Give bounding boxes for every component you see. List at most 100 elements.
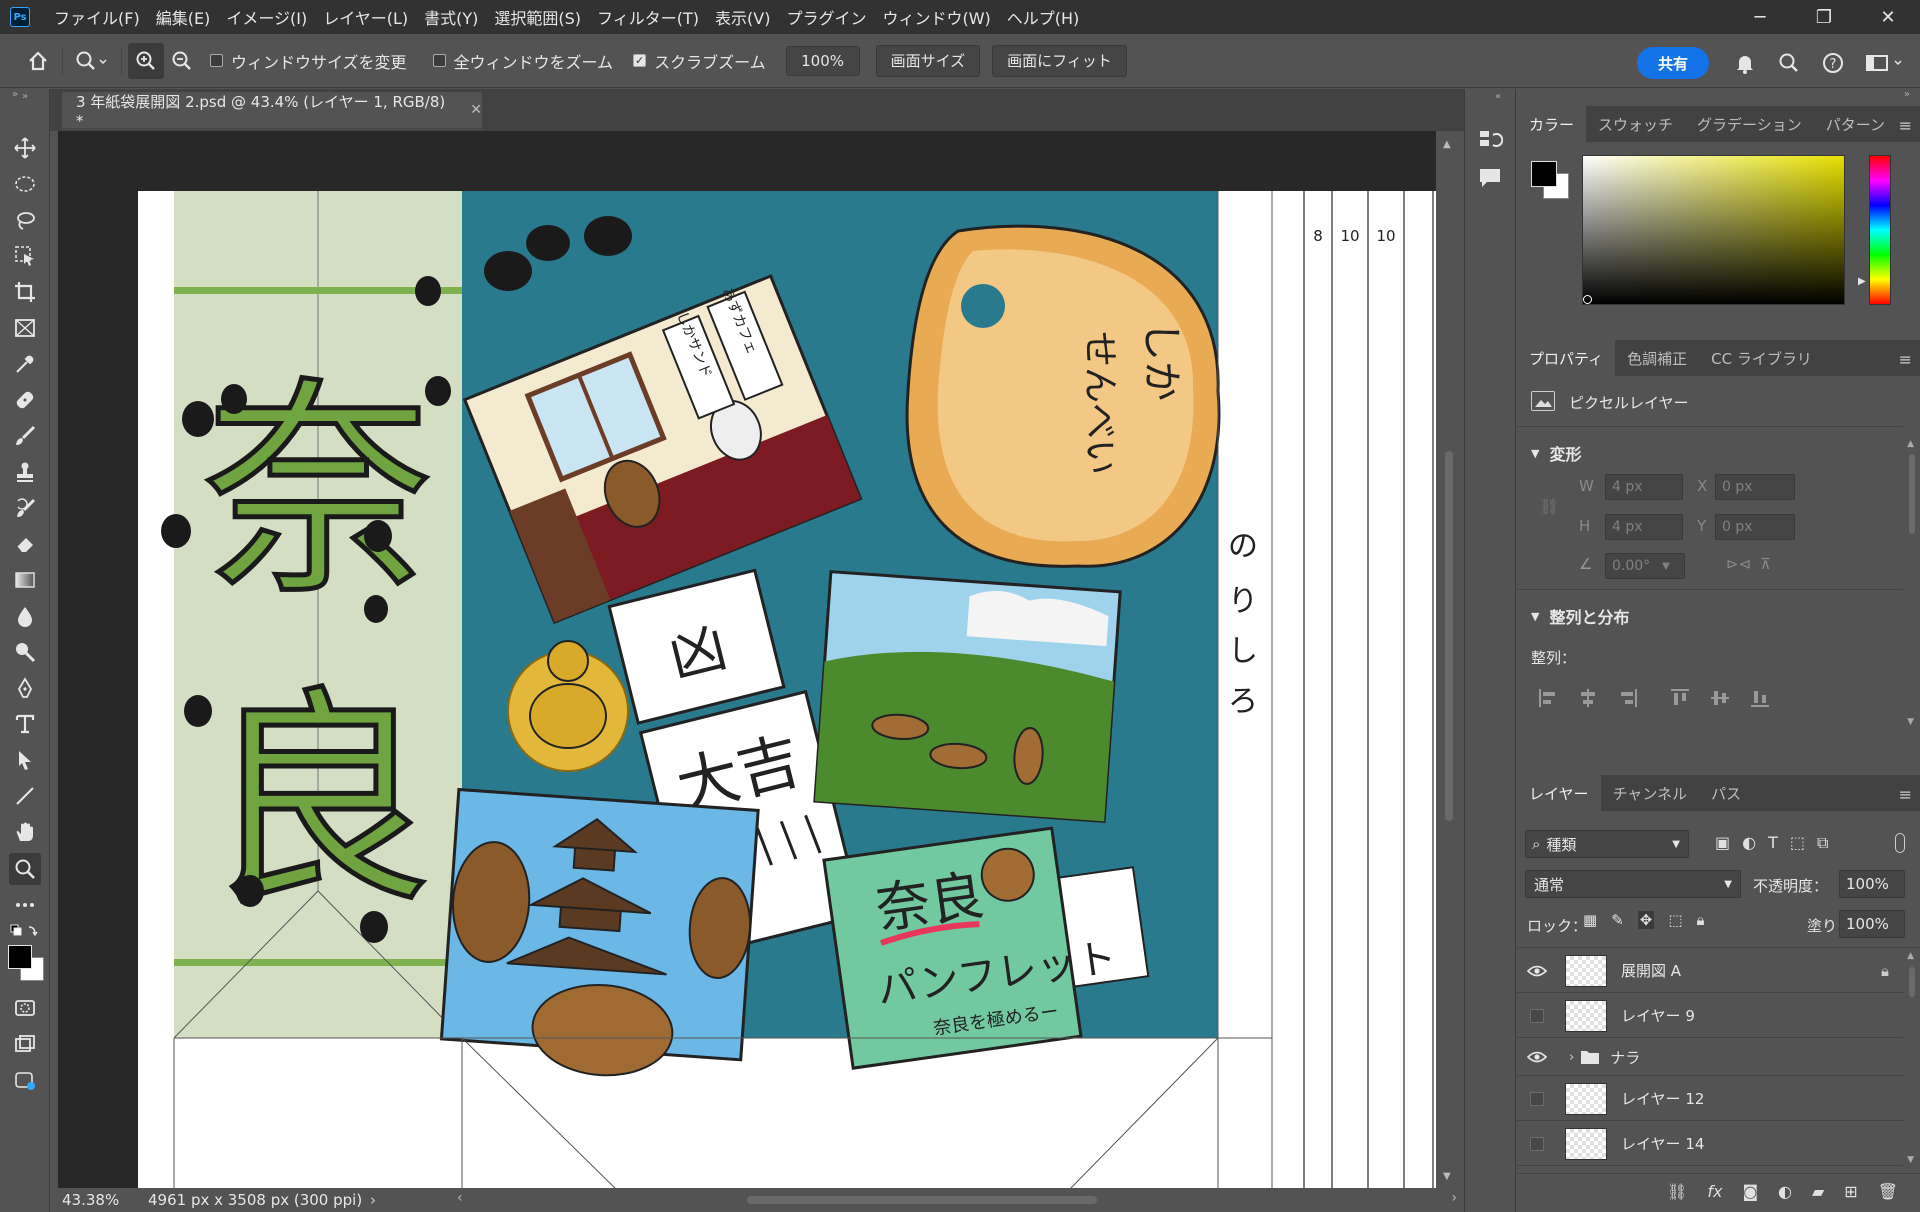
pen-tool-icon[interactable] (9, 672, 41, 704)
brush-tool-icon[interactable] (9, 420, 41, 452)
visibility-eye-icon[interactable] (1517, 965, 1557, 977)
tab-adjustments[interactable]: 色調補正 (1615, 340, 1699, 376)
align-section-header[interactable]: ▼ 整列と分布 (1531, 604, 1629, 628)
scroll-up-icon[interactable]: ▲ (1907, 951, 1914, 961)
workspace-icon[interactable] (1860, 48, 1910, 78)
home-icon[interactable] (20, 43, 56, 79)
flip-horizontal-icon[interactable]: ⊳⊲ (1726, 555, 1751, 573)
scroll-left-icon[interactable]: ‹ (457, 1190, 463, 1206)
collapse-icon[interactable]: » (12, 89, 42, 100)
tab-gradients[interactable]: グラデーション (1685, 106, 1814, 142)
menu-view[interactable]: 表示(V) (707, 5, 778, 29)
menu-type[interactable]: 書式(Y) (416, 5, 486, 29)
status-menu-chevron-icon[interactable]: › (370, 1191, 376, 1209)
new-layer-icon[interactable]: ⊞ (1844, 1182, 1857, 1201)
menu-plugins[interactable]: プラグイン (778, 5, 874, 29)
align-top-icon[interactable] (1669, 687, 1691, 709)
edit-toolbar-icon[interactable] (9, 1064, 41, 1096)
lock-position-icon[interactable]: ✥ (1637, 911, 1655, 929)
tab-channels[interactable]: チャンネル (1601, 775, 1700, 811)
x-field[interactable]: 0 px (1715, 474, 1795, 500)
close-icon[interactable]: ✕ (1856, 0, 1920, 34)
panel-menu-icon[interactable]: ≡ (1899, 116, 1912, 135)
filter-toggle[interactable] (1895, 833, 1905, 853)
filter-smart-object-icon[interactable]: ⧉ (1817, 833, 1828, 853)
tab-patterns[interactable]: パターン (1814, 106, 1897, 142)
filter-adjustment-icon[interactable]: ◐ (1742, 833, 1756, 853)
clone-stamp-tool-icon[interactable] (9, 456, 41, 488)
fit-screen-size-button[interactable]: 画面サイズ (875, 44, 981, 77)
menu-edit[interactable]: 編集(E) (148, 5, 219, 29)
horizontal-scrollbar[interactable]: ‹ › (457, 1190, 1457, 1208)
filter-shape-icon[interactable]: ⬚ (1790, 833, 1805, 853)
horizontal-scroll-thumb[interactable] (747, 1196, 1097, 1204)
align-center-h-icon[interactable] (1577, 687, 1599, 709)
resize-windows-checkbox[interactable]: ウィンドウサイズを変更 (210, 49, 407, 73)
scroll-right-icon[interactable]: › (1451, 1190, 1457, 1206)
filter-pixel-icon[interactable]: ▣ (1715, 833, 1730, 853)
eyedropper-tool-icon[interactable] (9, 348, 41, 380)
expand-panels-icon[interactable]: » (1904, 89, 1910, 100)
object-selection-tool-icon[interactable] (9, 240, 41, 272)
zoom-percent-field[interactable]: 100% (785, 45, 860, 76)
restore-icon[interactable]: ❐ (1792, 0, 1856, 34)
layer-row[interactable]: レイヤー 12 (1517, 1077, 1903, 1121)
foreground-color-swatch[interactable] (1531, 161, 1557, 187)
search-icon[interactable] (1774, 48, 1804, 78)
bell-icon[interactable] (1730, 48, 1760, 78)
flip-vertical-icon[interactable]: ⊼ (1760, 555, 1771, 573)
angle-field[interactable]: 0.00° ▼ (1605, 553, 1685, 579)
close-tab-icon[interactable]: ✕ (470, 102, 482, 118)
visibility-toggle[interactable] (1517, 1091, 1557, 1106)
fit-on-screen-button[interactable]: 画面にフィット (992, 44, 1127, 77)
scroll-down-icon[interactable]: ▼ (1443, 1171, 1451, 1182)
layer-row[interactable]: レイヤー 9 (1517, 994, 1903, 1038)
healing-brush-tool-icon[interactable] (9, 384, 41, 416)
panel-menu-icon[interactable]: ≡ (1899, 785, 1912, 804)
hue-slider[interactable] (1869, 155, 1891, 305)
align-bottom-icon[interactable] (1749, 687, 1771, 709)
menu-help[interactable]: ヘルプ(H) (999, 5, 1088, 29)
comments-panel-icon[interactable] (1477, 165, 1503, 195)
lock-artboard-icon[interactable]: ⬚ (1668, 911, 1682, 929)
scroll-up-icon[interactable]: ▲ (1443, 139, 1451, 150)
menu-select[interactable]: 選択範囲(S) (486, 5, 589, 29)
vertical-scroll-thumb[interactable] (1445, 451, 1453, 821)
align-middle-v-icon[interactable] (1709, 687, 1731, 709)
layer-style-icon[interactable]: fx (1707, 1182, 1722, 1201)
line-tool-icon[interactable] (9, 780, 41, 812)
zoom-readout[interactable]: 43.38% (50, 1191, 138, 1209)
fill-field[interactable]: 100% (1839, 910, 1905, 938)
height-field[interactable]: 4 px (1605, 514, 1683, 540)
menu-filter[interactable]: フィルター(T) (589, 5, 707, 29)
hue-slider-handle[interactable]: ▶ (1858, 276, 1866, 287)
tab-paths[interactable]: パス (1699, 775, 1753, 811)
blur-tool-icon[interactable] (9, 600, 41, 632)
eraser-tool-icon[interactable] (9, 528, 41, 560)
properties-scroll-thumb[interactable] (1909, 454, 1915, 534)
frame-tool-icon[interactable] (9, 312, 41, 344)
gradient-tool-icon[interactable] (9, 564, 41, 596)
dodge-tool-icon[interactable] (9, 636, 41, 668)
tab-color[interactable]: カラー (1517, 106, 1587, 142)
menu-window[interactable]: ウィンドウ(W) (874, 5, 998, 29)
menu-file[interactable]: ファイル(F) (46, 5, 148, 29)
minimize-icon[interactable]: ─ (1728, 0, 1792, 34)
layers-scroll-thumb[interactable] (1909, 967, 1915, 997)
document-tab[interactable]: 3 年紙袋展開図 2.psd @ 43.4% (レイヤー 1, RGB/8) *… (62, 92, 482, 130)
zoom-in-icon[interactable] (128, 42, 164, 79)
transform-section-header[interactable]: ▼ 変形 (1531, 441, 1581, 465)
layer-row[interactable]: レイヤー 14 (1517, 1122, 1903, 1166)
scroll-down-icon[interactable]: ▼ (1907, 1155, 1914, 1165)
layer-filter-dropdown[interactable]: ⌕ 種類 ▼ (1525, 830, 1689, 858)
color-picker-field[interactable] (1582, 155, 1845, 305)
lock-all-icon[interactable]: 🔒︎ (1697, 911, 1705, 929)
tab-properties[interactable]: プロパティ (1517, 340, 1616, 376)
color-picker-cursor[interactable] (1583, 295, 1592, 304)
link-layers-icon[interactable]: ⛓ (1667, 1182, 1687, 1201)
lock-image-pixels-icon[interactable]: ✎ (1611, 911, 1624, 929)
type-tool-icon[interactable] (9, 708, 41, 740)
move-tool-icon[interactable] (9, 132, 41, 164)
share-button[interactable]: 共有 (1637, 47, 1709, 79)
marquee-tool-icon[interactable] (9, 168, 41, 200)
